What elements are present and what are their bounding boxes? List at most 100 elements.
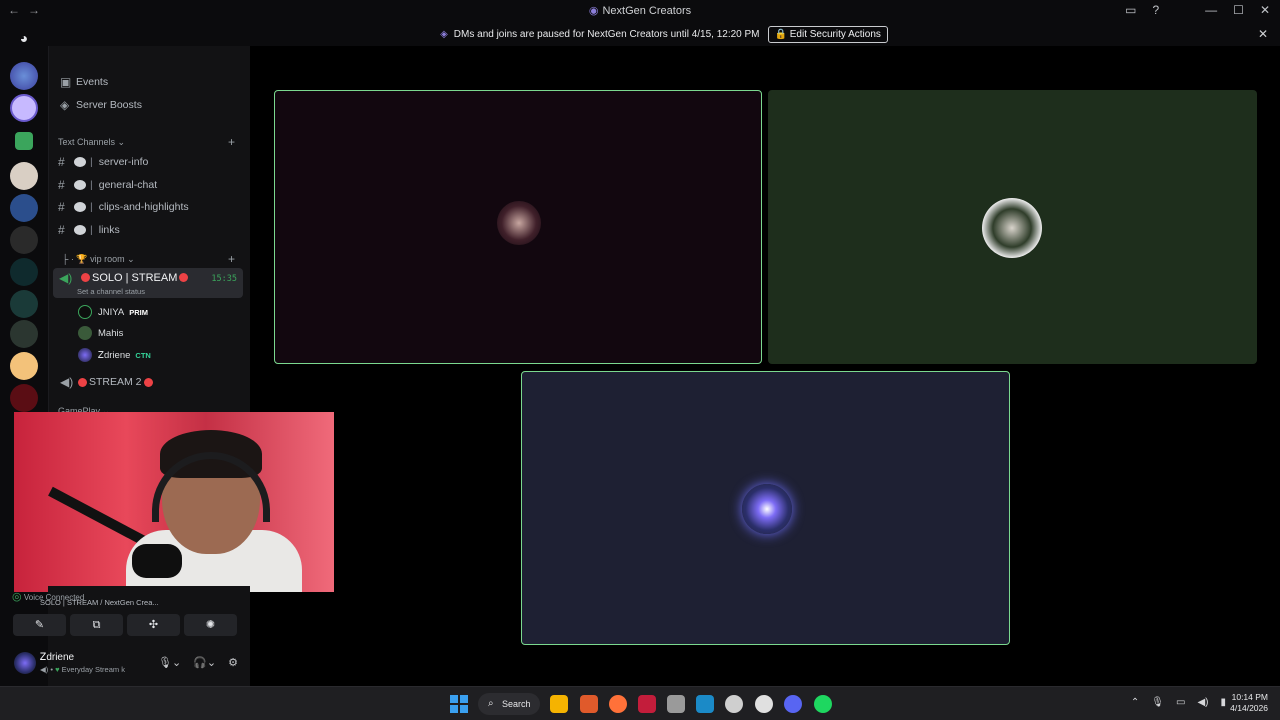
- headphones-icon[interactable]: 🎧⌄: [193, 656, 216, 669]
- voice-controls: ✎ ⧉ ✣ ✺: [13, 614, 237, 636]
- close-banner-icon[interactable]: ✕: [1258, 27, 1268, 41]
- user-status: ◀) • ♥ Everyday Stream k: [40, 665, 125, 674]
- chat-bubble-icon: [74, 202, 86, 212]
- server-icon[interactable]: [10, 320, 38, 348]
- taskbar-search[interactable]: ⌕ Search: [478, 693, 540, 715]
- hash-icon: #: [58, 200, 65, 214]
- channel-server-info[interactable]: # | server-info: [58, 155, 148, 169]
- member-tag: CTN: [135, 350, 151, 360]
- video-tile[interactable]: [768, 90, 1257, 364]
- logitech-icon[interactable]: [725, 695, 743, 713]
- server-icon[interactable]: [10, 352, 38, 380]
- help-icon[interactable]: ?: [1152, 3, 1159, 17]
- taskbar: ⌕ Search ⌃ 🎙 ▭ ◀) ▮ 10:14 PM 4/14/2026: [0, 686, 1280, 720]
- video-tile[interactable]: [274, 90, 762, 364]
- server-icon[interactable]: [10, 290, 38, 318]
- signal-icon: ◎: [12, 591, 22, 603]
- discord-home-icon[interactable]: ◕: [11, 28, 37, 48]
- microphone-icon[interactable]: 🎙⌄: [158, 656, 181, 669]
- voice-connected-channel[interactable]: SOLO | STREAM / NextGen Crea...: [40, 598, 159, 607]
- no-entry-icon: [179, 273, 189, 282]
- network-icon[interactable]: ▭: [1176, 697, 1185, 708]
- inbox-icon[interactable]: ▭: [1125, 3, 1136, 17]
- server-icon[interactable]: [10, 194, 38, 222]
- avatar: [78, 326, 92, 340]
- server-icon[interactable]: [10, 62, 38, 90]
- boost-icon: ◈: [60, 98, 70, 112]
- steam-icon[interactable]: [696, 695, 714, 713]
- no-entry-icon: [81, 273, 90, 282]
- no-entry-icon: [78, 377, 87, 387]
- chat-bubble-icon: [74, 225, 86, 235]
- server-icon[interactable]: [10, 226, 38, 254]
- server-icon[interactable]: [10, 384, 38, 412]
- firefox-icon[interactable]: [609, 695, 627, 713]
- camera-off-button[interactable]: ✎: [13, 614, 66, 636]
- minimize-button[interactable]: —: [1205, 3, 1217, 17]
- chrome-icon[interactable]: [755, 695, 773, 713]
- chat-bubble-icon: [74, 180, 86, 190]
- voice-member[interactable]: Ꮓdriene CTN: [78, 348, 151, 362]
- volume-icon[interactable]: ◀): [1197, 697, 1208, 708]
- soundboard-button[interactable]: ✺: [184, 614, 237, 636]
- user-panel: Ꮓdriene ◀) • ♥ Everyday Stream k 🎙⌄ 🎧⌄ ⚙: [10, 648, 244, 680]
- hash-icon: #: [58, 223, 65, 237]
- battery-icon[interactable]: ▮: [1220, 697, 1226, 708]
- avatar: [742, 484, 792, 534]
- security-banner: ◈ DMs and joins are paused for NextGen C…: [48, 22, 1280, 46]
- app-icon[interactable]: [638, 695, 656, 713]
- close-window-button[interactable]: ✕: [1260, 3, 1270, 17]
- microphone-icon: [132, 544, 182, 578]
- channel-general-chat[interactable]: # | general-chat: [58, 178, 157, 192]
- avatar[interactable]: [14, 652, 36, 674]
- video-tile[interactable]: [521, 371, 1010, 645]
- no-entry-icon: [143, 377, 153, 387]
- file-explorer-icon[interactable]: [550, 695, 568, 713]
- webcam-overlay: [14, 412, 334, 592]
- voice-channel-name: SOLO | STREAM: [92, 272, 178, 284]
- brave-icon[interactable]: [580, 695, 598, 713]
- voice-member[interactable]: Mahis: [78, 326, 128, 340]
- system-tray: ⌃ 🎙 ▭ ◀) ▮: [1131, 697, 1226, 708]
- app-icon[interactable]: [667, 695, 685, 713]
- category-vip-room[interactable]: ├ · 🏆 vip room ⌄: [62, 254, 135, 265]
- folder-icon[interactable]: [15, 132, 33, 150]
- maximize-button[interactable]: ☐: [1233, 3, 1244, 17]
- voice-timer: 15:35: [211, 274, 237, 284]
- server-icon[interactable]: [10, 94, 38, 122]
- gear-icon[interactable]: ⚙: [228, 656, 238, 669]
- discord-icon[interactable]: [784, 695, 802, 713]
- shield-icon: ◈: [440, 28, 448, 40]
- sidebar-item-events[interactable]: ▣ Events: [60, 75, 108, 89]
- channel-status[interactable]: Set a channel status: [77, 287, 145, 296]
- hash-icon: #: [58, 155, 65, 169]
- server-icon[interactable]: [10, 162, 38, 190]
- hash-icon: #: [58, 178, 65, 192]
- sidebar-item-server-boosts[interactable]: ◈ Server Boosts: [60, 98, 142, 112]
- avatar: [982, 198, 1042, 258]
- window-titlebar: ←→ ◉ NextGen Creators ▭ ? — ☐ ✕: [0, 0, 1280, 22]
- chevron-up-icon[interactable]: ⌃: [1131, 697, 1139, 708]
- avatar: [78, 348, 92, 362]
- category-text-channels[interactable]: Text Channels ⌄: [58, 137, 125, 148]
- voice-member[interactable]: JNIYA PRIM: [78, 305, 148, 319]
- channel-clips-and-highlights[interactable]: # | clips-and-highlights: [58, 200, 189, 214]
- edit-security-actions-button[interactable]: 🔒 Edit Security Actions: [767, 25, 888, 43]
- channel-links[interactable]: # | links: [58, 223, 120, 237]
- screen-share-button[interactable]: ⧉: [70, 614, 123, 636]
- clock[interactable]: 10:14 PM 4/14/2026: [1230, 692, 1268, 714]
- avatar: [78, 305, 92, 319]
- voice-channel-solo-stream[interactable]: ◀) SOLO | STREAM Set a channel status 15…: [53, 268, 243, 298]
- banner-text: DMs and joins are paused for NextGen Cre…: [453, 28, 760, 40]
- calendar-icon: ▣: [60, 75, 72, 89]
- activities-button[interactable]: ✣: [127, 614, 180, 636]
- server-icon[interactable]: [10, 258, 38, 286]
- microphone-icon[interactable]: 🎙: [1151, 697, 1164, 708]
- member-tag: PRIM: [129, 307, 148, 317]
- windows-start-icon[interactable]: [450, 695, 468, 713]
- spotify-icon[interactable]: [814, 695, 832, 713]
- search-icon: ⌕: [488, 698, 494, 709]
- voice-channel-stream-2[interactable]: ◀) STREAM 2: [60, 375, 155, 389]
- speaker-icon: ◀): [60, 375, 74, 389]
- avatar: [497, 201, 541, 245]
